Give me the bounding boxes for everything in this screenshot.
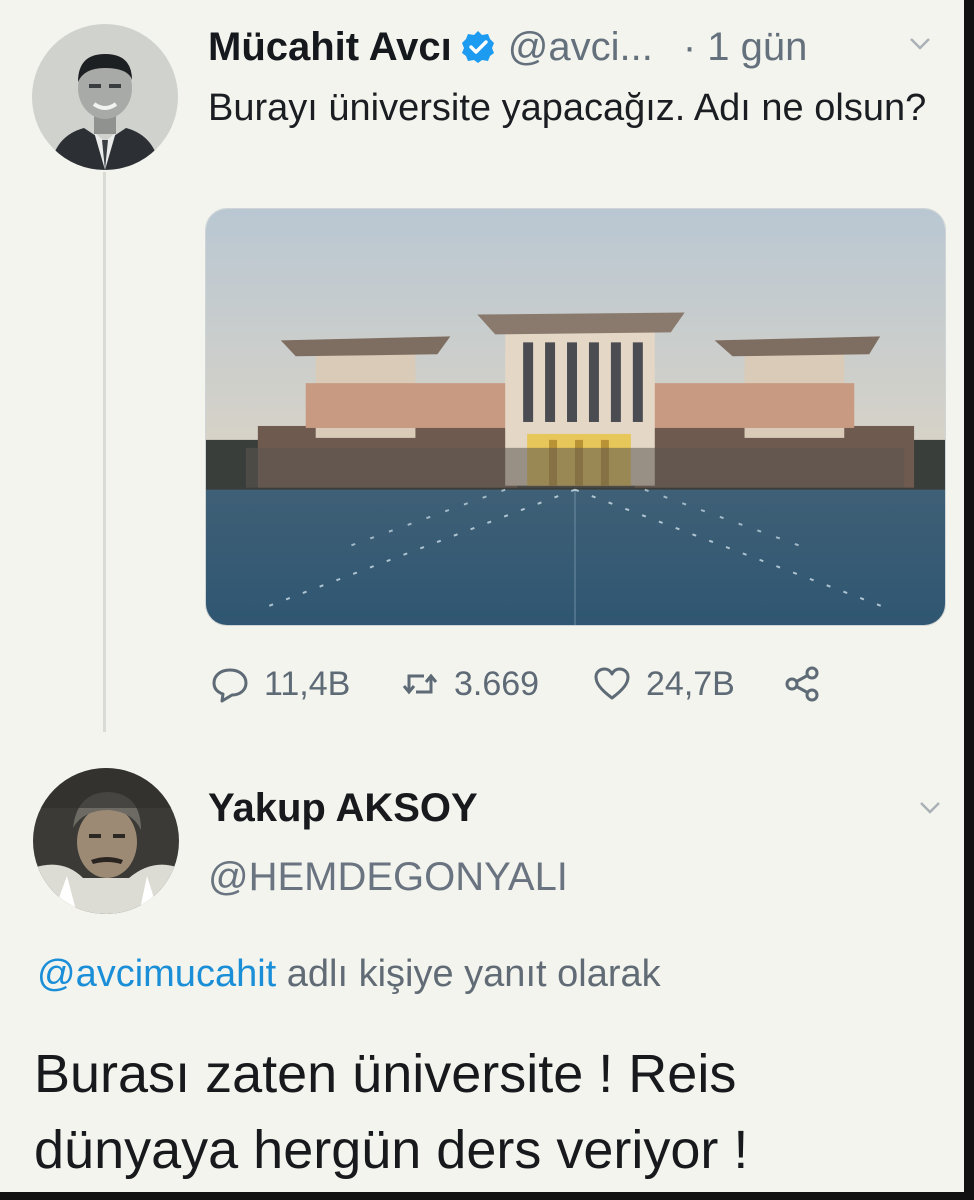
thread-connector-line <box>103 172 106 732</box>
heart-icon <box>594 667 630 700</box>
author-avatar[interactable] <box>32 24 178 170</box>
reply-text: Burası zaten üniversite ! Reis dünyaya h… <box>34 1044 749 1180</box>
reply-avatar-image <box>33 768 179 914</box>
tweet-timestamp[interactable]: · 1 gün <box>683 25 808 70</box>
share-icon <box>785 666 819 702</box>
verified-badge-icon <box>461 31 494 63</box>
author-name[interactable]: Mücahit Avcı <box>208 25 452 70</box>
chevron-down-icon[interactable] <box>908 34 932 54</box>
tweet-actions: 11,4B 3.669 24,7B <box>210 656 822 712</box>
retweet-icon <box>402 673 438 695</box>
like-count: 24,7B <box>646 664 735 703</box>
like-button[interactable]: 24,7B <box>592 664 782 704</box>
replying-to-line: @avcimucahit adlı kişiye yanıt olarak <box>37 953 661 996</box>
replying-to-mention[interactable]: @avcimucahit <box>37 953 276 995</box>
reply-count: 11,4B <box>264 664 351 703</box>
share-button[interactable] <box>782 664 822 704</box>
reply-chevron-down-icon[interactable] <box>918 798 942 818</box>
screenshot-frame: Mücahit Avcı @avci... · 1 gün Burayı üni… <box>0 0 974 1200</box>
retweet-count: 3.669 <box>454 664 540 703</box>
reply-author-name[interactable]: Yakup AKSOY <box>208 786 478 831</box>
retweet-button[interactable]: 3.669 <box>400 664 592 704</box>
reply-button[interactable]: 11,4B <box>210 664 400 704</box>
author-handle[interactable]: @avci... <box>508 25 653 70</box>
palace-photo-image <box>206 209 945 625</box>
reply-icon <box>212 668 248 703</box>
tweet-text: Burayı üniversite yapacağız. Adı ne olsu… <box>208 87 927 129</box>
tweet-header: Mücahit Avcı @avci... · 1 gün <box>208 22 807 72</box>
reply-author-handle[interactable]: @HEMDEGONYALI <box>208 855 568 900</box>
replying-to-suffix: adlı kişiye yanıt olarak <box>276 953 661 995</box>
tweet-photo[interactable] <box>205 208 946 626</box>
reply-author-avatar[interactable] <box>33 768 179 914</box>
author-avatar-image <box>32 24 178 170</box>
